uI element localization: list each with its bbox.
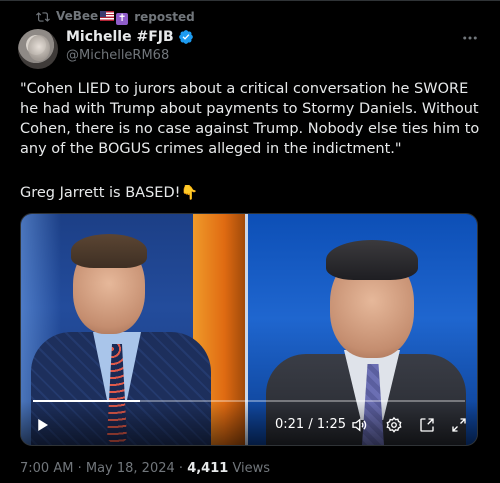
repost-icon [36,12,50,22]
avatar[interactable] [18,29,58,69]
tweet-text-line2: Greg Jarrett is BASED!👇 [20,183,198,203]
post-time[interactable]: 7:00 AM [20,461,73,476]
repost-user[interactable]: VeBee ✝ [56,9,129,25]
display-name[interactable]: Michelle #FJB [66,29,174,45]
cross-icon: ✝ [116,12,129,25]
settings-gear-icon[interactable] [384,415,404,435]
tweet-card: VeBee ✝ reposted Michelle #FJB @MichelleR… [0,0,500,483]
repost-suffix: reposted [134,10,195,24]
tweet-text: "Cohen LIED to jurors about a critical c… [20,81,484,157]
video-progress-fill [33,400,140,402]
play-icon[interactable] [33,416,51,434]
video-player[interactable]: 0:21 / 1:25 [20,213,478,446]
fullscreen-icon[interactable] [449,415,469,435]
views-count: 4,411 [187,461,229,476]
pointing-down-emoji-icon: 👇 [180,185,198,201]
video-time: 0:21 / 1:25 [275,417,347,432]
views-label: Views [232,461,271,476]
more-options-icon[interactable] [460,28,480,48]
author-name-row[interactable]: Michelle #FJB [66,29,194,45]
video-controls [21,401,477,445]
video-progress-bar[interactable] [33,400,465,402]
meta-separator: · [77,461,82,476]
post-date[interactable]: May 18, 2024 [86,461,175,476]
handle[interactable]: @MichelleRM68 [66,48,169,63]
pip-icon[interactable] [417,415,437,435]
tweet-text-based: Greg Jarrett is BASED! [20,185,181,201]
verified-badge-icon [178,30,193,44]
us-flag-icon [100,11,115,22]
meta-separator-2: · [178,461,184,476]
repost-indicator[interactable]: VeBee ✝ reposted [36,9,195,25]
volume-icon[interactable] [349,415,369,435]
tweet-meta: 7:00 AM · May 18, 2024 · 4,411 Views [20,461,270,476]
guest-hair [326,240,418,280]
host-hair [71,234,147,268]
